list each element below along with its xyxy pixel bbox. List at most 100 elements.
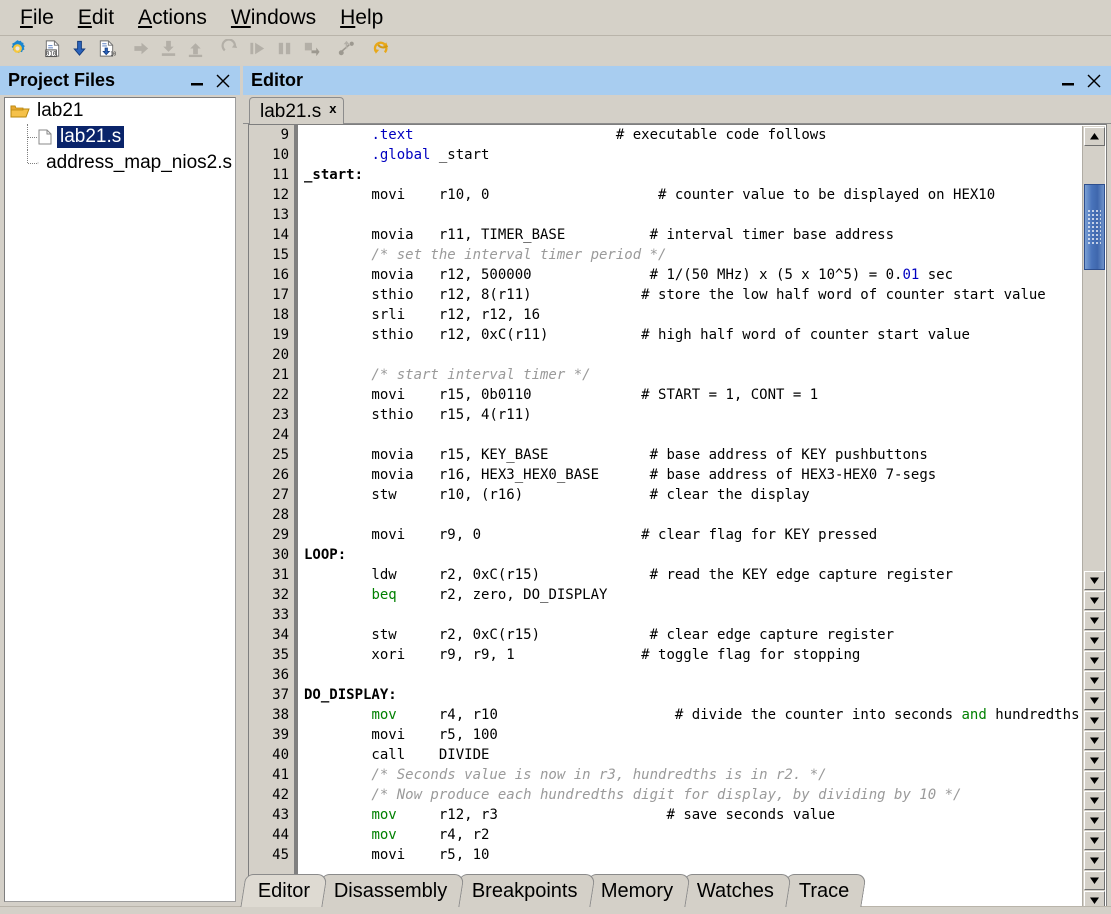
compile-document-button[interactable]: 010 — [39, 38, 65, 63]
code-line[interactable]: stw r2, 0xC(r15) # clear edge capture re… — [298, 625, 1082, 645]
editor-vertical-scrollbar[interactable] — [1082, 126, 1105, 914]
tree-item-address-map[interactable]: address_map_nios2.s — [5, 150, 235, 176]
scroll-down-button[interactable] — [1084, 811, 1105, 830]
disconnect-icon — [337, 39, 356, 63]
code-token-cmt: # START = 1, CONT = 1 — [641, 387, 819, 403]
view-tab-breakpoints[interactable]: Breakpoints — [453, 874, 595, 907]
view-tab-trace[interactable]: Trace — [780, 874, 867, 907]
code-token-plain: movi r5, 100 — [304, 727, 498, 743]
view-tab-editor[interactable]: Editor — [240, 874, 328, 907]
vertical-scroll-thumb[interactable] — [1084, 184, 1105, 270]
view-tab-bar: Editor Disassembly Breakpoints Memory Watche… — [240, 873, 1111, 907]
scroll-down-button[interactable] — [1084, 691, 1105, 710]
code-line[interactable]: xori r9, r9, 1 # toggle flag for stoppin… — [298, 645, 1082, 665]
refresh-button[interactable] — [368, 38, 394, 63]
project-files-tree[interactable]: lab21 lab21.s address_map_nios2.s — [4, 97, 236, 902]
code-line[interactable]: sthio r12, 8(r11) # store the low half w… — [298, 285, 1082, 305]
download-arrow-button[interactable] — [66, 38, 92, 63]
editor-tab-lab21s[interactable]: lab21.s x — [249, 97, 344, 125]
code-line[interactable]: movia r12, 500000 # 1/(50 MHz) x (5 x 10… — [298, 265, 1082, 285]
code-line[interactable]: movia r11, TIMER_BASE # interval timer b… — [298, 225, 1082, 245]
editor-tab-close-icon[interactable]: x — [329, 102, 336, 115]
code-token-plain: r4, r2 — [396, 827, 490, 843]
code-line[interactable] — [298, 345, 1082, 365]
menu-item-windows[interactable]: Windows — [219, 4, 328, 32]
project-close-button[interactable] — [210, 69, 236, 93]
code-line[interactable] — [298, 665, 1082, 685]
settings-gear-button[interactable] — [4, 38, 30, 63]
code-editor[interactable]: 9 10 11 12 13 14 15 16 17 18 19 20 21 22 23 24 25 26 27 28 2… — [248, 124, 1107, 914]
code-line[interactable]: .global _start — [298, 145, 1082, 165]
scroll-down-button[interactable] — [1084, 771, 1105, 790]
project-minimize-button[interactable] — [184, 69, 210, 93]
code-line[interactable] — [298, 505, 1082, 525]
view-tab-disassembly[interactable]: Disassembly — [316, 874, 466, 907]
scroll-down-button[interactable] — [1084, 751, 1105, 770]
chevron-down-icon — [1090, 817, 1099, 824]
code-line[interactable]: sthio r15, 4(r11) — [298, 405, 1082, 425]
code-line[interactable]: movi r5, 10 — [298, 845, 1082, 865]
scroll-down-button[interactable] — [1084, 831, 1105, 850]
code-line[interactable]: .text # executable code follows — [298, 125, 1082, 145]
menu-item-edit[interactable]: Edit — [66, 4, 126, 32]
code-line[interactable] — [298, 605, 1082, 625]
code-line[interactable]: sthio r12, 0xC(r11) # high half word of … — [298, 325, 1082, 345]
scroll-down-button[interactable] — [1084, 651, 1105, 670]
code-line[interactable]: /* Seconds value is now in r3, hundredth… — [298, 765, 1082, 785]
tree-item-lab21s[interactable]: lab21.s — [5, 124, 235, 150]
code-line[interactable]: mov r12, r3 # save seconds value — [298, 805, 1082, 825]
code-line[interactable]: stw r10, (r16) # clear the display — [298, 485, 1082, 505]
code-line[interactable]: DO_DISPLAY: — [298, 685, 1082, 705]
view-tab-watches[interactable]: Watches — [679, 874, 793, 907]
scroll-down-button[interactable] — [1084, 731, 1105, 750]
code-line[interactable]: /* start interval timer */ — [298, 365, 1082, 385]
menu-item-actions[interactable]: Actions — [126, 4, 219, 32]
scroll-down-button[interactable] — [1084, 711, 1105, 730]
scroll-down-button[interactable] — [1084, 611, 1105, 630]
minimize-icon — [1062, 82, 1074, 85]
code-line[interactable]: movia r15, KEY_BASE # base address of KE… — [298, 445, 1082, 465]
line-number: 25 — [272, 447, 289, 463]
chevron-down-icon — [1090, 837, 1099, 844]
code-line[interactable]: mov r4, r10 # divide the counter into se… — [298, 705, 1082, 725]
menu-item-file[interactable]: File — [8, 4, 66, 32]
scroll-down-button[interactable] — [1084, 571, 1105, 590]
code-line[interactable]: /* set the interval timer period */ — [298, 245, 1082, 265]
code-line[interactable]: LOOP: — [298, 545, 1082, 565]
code-line[interactable] — [298, 425, 1082, 445]
editor-title-bar: Editor — [243, 66, 1111, 95]
code-line[interactable]: beq r2, zero, DO_DISPLAY — [298, 585, 1082, 605]
scroll-down-button[interactable] — [1084, 851, 1105, 870]
view-tab-memory[interactable]: Memory — [583, 874, 692, 907]
scroll-down-button[interactable] — [1084, 591, 1105, 610]
scroll-down-button[interactable] — [1084, 671, 1105, 690]
code-line[interactable]: movi r10, 0 # counter value to be displa… — [298, 185, 1082, 205]
step-into-icon — [159, 39, 178, 63]
code-line[interactable]: srli r12, r12, 16 — [298, 305, 1082, 325]
line-number: 40 — [272, 747, 289, 763]
scroll-down-button[interactable] — [1084, 631, 1105, 650]
run-to-cursor-button — [298, 38, 324, 63]
scroll-down-button[interactable] — [1084, 791, 1105, 810]
code-line[interactable]: movi r5, 100 — [298, 725, 1082, 745]
code-line[interactable]: _start: — [298, 165, 1082, 185]
scroll-up-button[interactable] — [1084, 127, 1105, 146]
line-number: 34 — [272, 627, 289, 643]
code-line[interactable]: ldw r2, 0xC(r15) # read the KEY edge cap… — [298, 565, 1082, 585]
code-line[interactable]: /* Now produce each hundredths digit for… — [298, 785, 1082, 805]
code-line[interactable]: mov r4, r2 — [298, 825, 1082, 845]
tree-item-root[interactable]: lab21 — [5, 98, 235, 124]
code-text-area[interactable]: .text # executable code follows .global … — [298, 125, 1082, 914]
editor-close-button[interactable] — [1081, 69, 1107, 93]
menu-item-help[interactable]: Help — [328, 4, 395, 32]
load-program-button[interactable]: 10 — [93, 38, 119, 63]
code-line[interactable]: call DIVIDE — [298, 745, 1082, 765]
svg-text:010: 010 — [45, 51, 56, 57]
code-line[interactable]: movia r16, HEX3_HEX0_BASE # base address… — [298, 465, 1082, 485]
code-line[interactable]: movi r15, 0b0110 # START = 1, CONT = 1 — [298, 385, 1082, 405]
code-line[interactable] — [298, 205, 1082, 225]
code-line[interactable]: movi r9, 0 # clear flag for KEY pressed — [298, 525, 1082, 545]
editor-minimize-button[interactable] — [1055, 69, 1081, 93]
code-token-plain: movia r16, HEX3_HEX0_BASE — [304, 467, 600, 483]
